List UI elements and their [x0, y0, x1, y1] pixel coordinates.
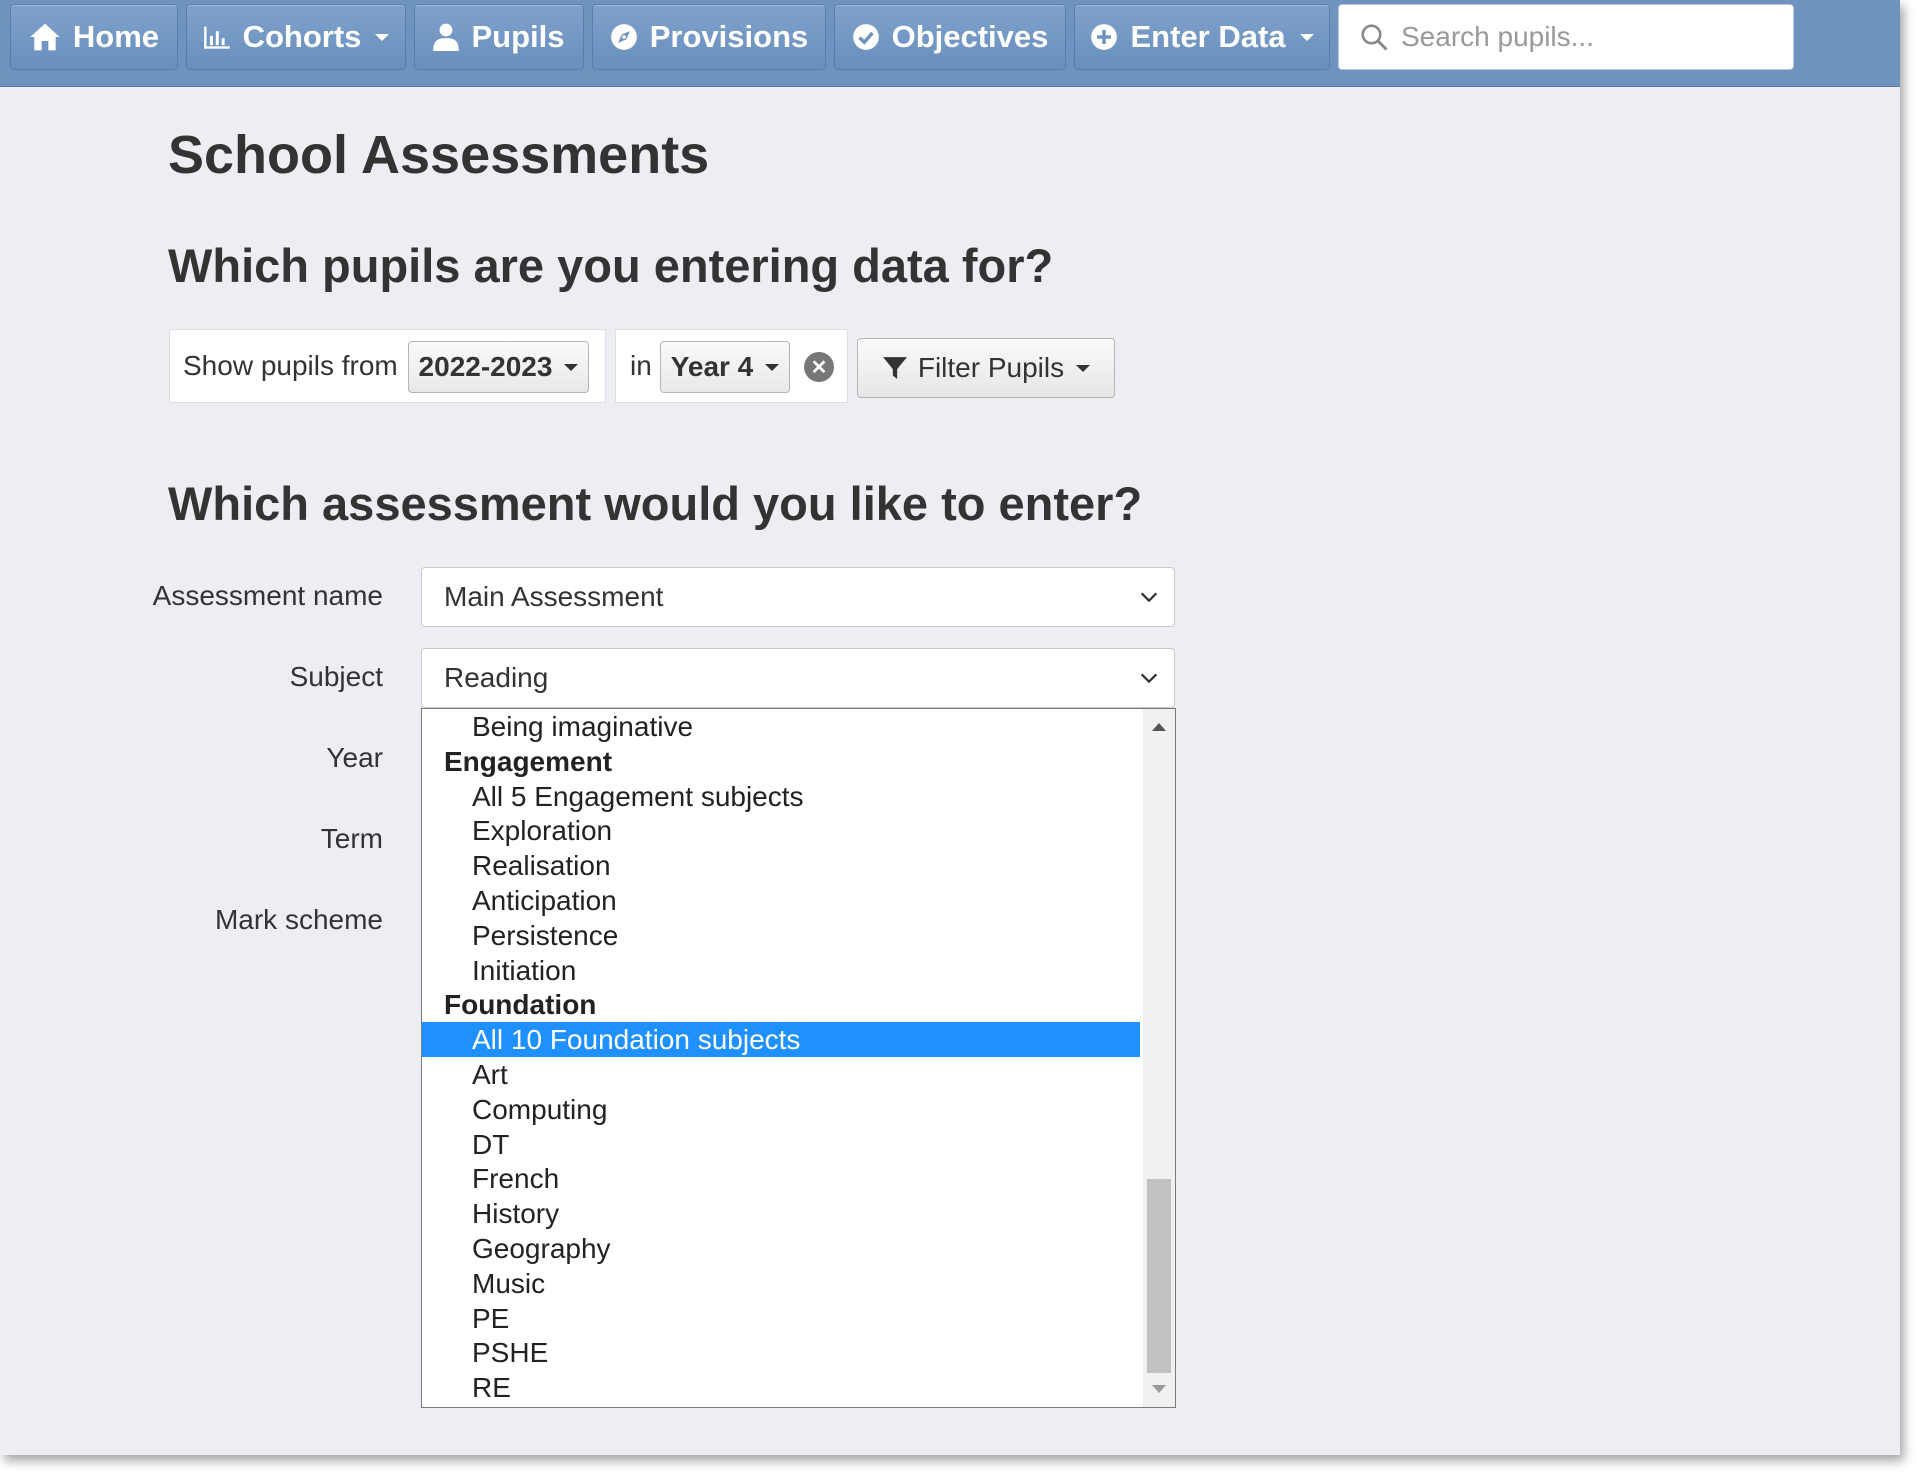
filter-pupils-button[interactable]: Filter Pupils	[857, 338, 1115, 398]
scroll-up-icon[interactable]	[1152, 723, 1166, 731]
subject-option[interactable]: Realisation	[422, 848, 1140, 883]
chevron-down-icon	[564, 363, 579, 371]
scrollbar-thumb[interactable]	[1147, 1179, 1171, 1373]
search-icon	[1361, 24, 1388, 51]
subject-option[interactable]: RE	[422, 1370, 1140, 1405]
subject-option[interactable]: Anticipation	[422, 883, 1140, 918]
scrollbar[interactable]	[1143, 709, 1175, 1407]
option-group-label: Engagement	[444, 745, 613, 777]
top-navbar: Home Cohorts Pupils Provisions Objective…	[0, 0, 1900, 87]
nav-objectives-button[interactable]: Objectives	[834, 4, 1066, 70]
home-icon	[30, 23, 60, 51]
nav-objectives-label: Objectives	[891, 19, 1049, 54]
term-label: Term	[320, 823, 383, 854]
year-group-filter: in Year 4 ✕	[615, 329, 848, 403]
option-group-label: Foundation	[444, 989, 597, 1021]
nav-pupils-button[interactable]: Pupils	[414, 4, 584, 70]
chevron-down-icon	[1140, 673, 1158, 684]
nav-home-label: Home	[72, 19, 160, 54]
subject-option[interactable]: All 10 Foundation subjects	[422, 1022, 1140, 1058]
subject-option[interactable]: Geography	[422, 1231, 1140, 1266]
assessment-name-value: Main Assessment	[444, 581, 664, 612]
subject-option[interactable]: Computing	[422, 1092, 1140, 1127]
subject-option[interactable]: Art	[422, 1057, 1140, 1092]
chevron-down-icon	[1076, 364, 1091, 372]
search-input[interactable]: Search pupils...	[1338, 4, 1794, 70]
check-circle-icon	[852, 24, 879, 50]
chevron-down-icon	[765, 363, 780, 371]
compass-icon	[610, 24, 637, 50]
bar-chart-icon	[203, 26, 230, 49]
nav-home-button[interactable]: Home	[10, 4, 178, 70]
subject-option[interactable]: Initiation	[422, 953, 1140, 988]
year-range-dropdown[interactable]: 2022-2023	[408, 341, 589, 393]
academic-year-filter: Show pupils from 2022-2023	[169, 329, 606, 403]
nav-provisions-label: Provisions	[649, 19, 809, 54]
nav-provisions-button[interactable]: Provisions	[592, 4, 826, 70]
subject-options-list[interactable]: Being imaginative Engagement All 5 Engagem…	[421, 708, 1176, 1408]
subject-option[interactable]: History	[422, 1196, 1140, 1231]
nav-enter-data-label: Enter Data	[1130, 19, 1286, 54]
year-group-value: Year 4	[670, 351, 754, 382]
subject-option[interactable]: Exploration	[422, 813, 1140, 848]
assessment-heading: Which assessment would you like to enter…	[168, 477, 1143, 530]
chevron-down-icon	[1140, 592, 1158, 603]
filter-pupils-label: Filter Pupils	[917, 352, 1065, 383]
subject-option[interactable]: PE	[422, 1301, 1140, 1336]
subject-option[interactable]: Persistence	[422, 918, 1140, 953]
year-group-dropdown[interactable]: Year 4	[660, 341, 790, 393]
subject-option[interactable]: Music	[422, 1266, 1140, 1301]
nav-enter-data-button[interactable]: Enter Data	[1074, 4, 1330, 70]
user-icon	[433, 23, 460, 51]
page-title: School Assessments	[168, 125, 710, 185]
subject-select[interactable]: Reading	[421, 648, 1175, 708]
subject-option[interactable]: All 5 Engagement subjects	[422, 779, 1140, 814]
chevron-down-icon	[375, 33, 390, 41]
nav-cohorts-label: Cohorts	[242, 19, 362, 54]
clear-year-group-icon[interactable]: ✕	[804, 352, 834, 382]
plus-circle-icon	[1091, 24, 1118, 50]
subject-option[interactable]: Being imaginative	[422, 709, 1140, 744]
year-range-value: 2022-2023	[418, 351, 553, 382]
assessment-name-select[interactable]: Main Assessment	[421, 567, 1175, 627]
scroll-down-icon[interactable]	[1152, 1385, 1166, 1393]
nav-pupils-label: Pupils	[471, 19, 565, 54]
subject-value: Reading	[444, 662, 549, 693]
show-pupils-from-label: Show pupils from	[183, 350, 398, 381]
subject-option[interactable]: French	[422, 1161, 1140, 1196]
assessment-name-label: Assessment name	[152, 580, 383, 611]
filter-icon	[882, 357, 907, 379]
in-label: in	[630, 350, 652, 381]
mark-scheme-label: Mark scheme	[214, 904, 383, 935]
app-window: Home Cohorts Pupils Provisions Objective…	[0, 0, 1900, 1455]
year-label: Year	[326, 742, 383, 773]
subject-option[interactable]: DT	[422, 1127, 1140, 1162]
subject-option[interactable]: PSHE	[422, 1335, 1140, 1370]
nav-cohorts-button[interactable]: Cohorts	[186, 4, 406, 70]
chevron-down-icon	[1299, 33, 1314, 41]
search-placeholder: Search pupils...	[1401, 21, 1594, 52]
pupils-heading: Which pupils are you entering data for?	[168, 239, 1054, 292]
subject-label: Subject	[289, 661, 383, 692]
